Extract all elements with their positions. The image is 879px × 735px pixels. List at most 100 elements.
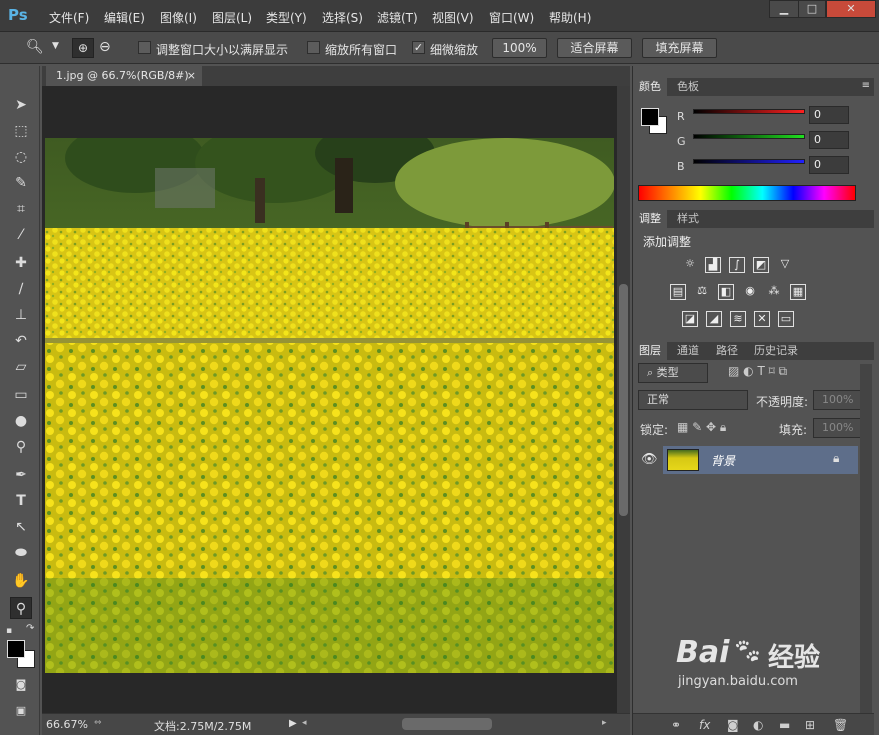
eyedropper-tool-icon[interactable]: ⁄ [10, 224, 32, 246]
new-group-icon[interactable]: ▬ [779, 718, 790, 732]
lasso-tool-icon[interactable]: ◌ [10, 146, 32, 168]
path-select-tool-icon[interactable]: ↖ [10, 516, 32, 538]
swap-colors-icon[interactable]: ↷ [26, 623, 34, 634]
menu-view[interactable]: 视图(V) [432, 9, 474, 26]
close-button[interactable]: ✕ [826, 0, 876, 18]
threshold-icon[interactable]: ≋ [730, 311, 746, 327]
default-colors-icon[interactable]: ▪ [6, 626, 12, 636]
type-tool-icon[interactable]: T [10, 490, 32, 512]
scroll-left-icon[interactable]: ◂ [302, 718, 307, 728]
tab-styles[interactable]: 样式 [671, 210, 705, 228]
canvas-image[interactable] [45, 138, 614, 673]
menu-select[interactable]: 选择(S) [322, 9, 363, 26]
hand-tool-icon[interactable]: ✋ [10, 570, 32, 592]
curves-icon[interactable]: ∫ [729, 257, 745, 273]
quick-select-tool-icon[interactable]: ✎ [10, 172, 32, 194]
menu-layer[interactable]: 图层(L) [212, 9, 252, 26]
layer-filter-dropdown[interactable]: ⌕ 类型 [638, 363, 708, 383]
zoom-all-checkbox[interactable] [307, 41, 320, 54]
menu-type[interactable]: 类型(Y) [266, 9, 307, 26]
menu-edit[interactable]: 编辑(E) [104, 9, 145, 26]
posterize-icon[interactable]: ◢ [706, 311, 722, 327]
zoom-level[interactable]: 66.67% [46, 718, 88, 731]
foreground-color-swatch[interactable] [7, 640, 25, 658]
delete-layer-icon[interactable]: 🗑︎ [833, 718, 848, 732]
layer-row[interactable]: 背景 🔒︎ [663, 446, 858, 474]
screen-mode-icon[interactable]: ▣ [10, 700, 32, 722]
move-tool-icon[interactable]: ➤ [10, 94, 32, 116]
dodge-tool-icon[interactable]: ⚲ [10, 436, 32, 458]
zoom-out-icon[interactable]: ⊖ [99, 39, 111, 55]
blend-mode-dropdown[interactable]: 正常 [638, 390, 748, 410]
link-layers-icon[interactable]: ⚭ [671, 718, 681, 732]
color-spectrum-bar[interactable] [638, 185, 856, 201]
quick-mask-icon[interactable]: ◙ [10, 674, 32, 696]
canvas-area[interactable] [42, 86, 617, 713]
channel-mixer-icon[interactable]: ⁂ [766, 284, 782, 300]
vertical-scroll-thumb[interactable] [619, 284, 628, 516]
filter-image-icon[interactable]: ▨ ◐ T ⌑ ⧉ [728, 364, 787, 379]
status-export-icon[interactable]: ⇔ [94, 718, 102, 728]
pen-tool-icon[interactable]: ✒ [10, 464, 32, 486]
channel-r-slider[interactable] [693, 109, 805, 114]
vibrance-icon[interactable]: ▽ [777, 257, 793, 273]
zoom-in-icon[interactable]: ⊕ [72, 38, 94, 58]
fx-icon[interactable]: fx [699, 718, 710, 732]
maximize-button[interactable]: □ [798, 0, 826, 18]
zoom-100-button[interactable]: 100% [492, 38, 547, 58]
minimize-button[interactable]: ▁ [769, 0, 799, 18]
hue-sat-icon[interactable]: ▤ [670, 284, 686, 300]
scroll-right-icon[interactable]: ▸ [602, 718, 607, 728]
healing-brush-tool-icon[interactable]: ✚ [10, 252, 32, 274]
horizontal-scroll-thumb[interactable] [402, 718, 492, 730]
tool-preset-chevron-icon[interactable]: ▼ [52, 41, 59, 51]
adjustment-layer-icon[interactable]: ◐ [753, 718, 763, 732]
photo-filter-icon[interactable]: ◉ [742, 284, 758, 300]
layer-visibility-eye-icon[interactable]: 👁︎ [641, 452, 658, 467]
status-menu-arrow-icon[interactable]: ▶ [289, 718, 297, 729]
channel-g-value[interactable]: 0 [809, 131, 849, 149]
tab-channels[interactable]: 通道 [671, 342, 705, 360]
resize-windows-checkbox[interactable] [138, 41, 151, 54]
brightness-icon[interactable]: ☼ [682, 257, 698, 273]
scrubby-zoom-checkbox[interactable]: ✓ [412, 41, 425, 54]
channel-r-value[interactable]: 0 [809, 106, 849, 124]
menu-file[interactable]: 文件(F) [49, 9, 89, 26]
history-brush-tool-icon[interactable]: ↶ [10, 330, 32, 352]
crop-tool-icon[interactable]: ⌗ [10, 198, 32, 220]
tab-layers[interactable]: 图层 [633, 342, 667, 360]
tab-adjustments[interactable]: 调整 [633, 210, 667, 228]
black-white-icon[interactable]: ◧ [718, 284, 734, 300]
channel-b-value[interactable]: 0 [809, 156, 849, 174]
new-layer-icon[interactable]: ⊞ [805, 718, 815, 732]
fg-color-chip[interactable] [641, 108, 659, 126]
eraser-tool-icon[interactable]: ▱ [10, 356, 32, 378]
tab-paths[interactable]: 路径 [710, 342, 744, 360]
clone-stamp-tool-icon[interactable]: ⊥ [10, 304, 32, 326]
lock-icons[interactable]: ▦ ✎ ✥ 🔒︎ [677, 420, 726, 435]
fill-screen-button[interactable]: 填充屏幕 [642, 38, 717, 58]
menu-window[interactable]: 窗口(W) [489, 9, 534, 26]
invert-icon[interactable]: ◪ [682, 311, 698, 327]
ellipse-tool-icon[interactable]: ⬬ [10, 542, 32, 564]
brush-tool-icon[interactable]: ∕ [10, 278, 32, 300]
levels-icon[interactable]: ▟ [705, 257, 721, 273]
marquee-tool-icon[interactable]: ⬚ [10, 120, 32, 142]
panel-menu-icon[interactable]: ≡ [862, 80, 870, 91]
tab-color[interactable]: 颜色 [633, 78, 667, 96]
document-tab[interactable]: 1.jpg @ 66.7%(RGB/8#) × [46, 66, 202, 86]
fit-screen-button[interactable]: 适合屏幕 [557, 38, 632, 58]
menu-image[interactable]: 图像(I) [160, 9, 197, 26]
gradient-tool-icon[interactable]: ▭ [10, 384, 32, 406]
tab-history[interactable]: 历史记录 [748, 342, 804, 360]
document-close-icon[interactable]: × [187, 66, 196, 86]
blur-tool-icon[interactable]: ● [10, 410, 32, 432]
menu-filter[interactable]: 滤镜(T) [377, 9, 418, 26]
channel-b-slider[interactable] [693, 159, 805, 164]
channel-g-slider[interactable] [693, 134, 805, 139]
color-balance-icon[interactable]: ⚖ [694, 284, 710, 300]
layer-name[interactable]: 背景 [711, 452, 735, 469]
zoom-tool-icon[interactable]: 🔍︎ [26, 39, 44, 55]
canvas-vertical-scrollbar[interactable] [617, 86, 630, 713]
menu-help[interactable]: 帮助(H) [549, 9, 591, 26]
